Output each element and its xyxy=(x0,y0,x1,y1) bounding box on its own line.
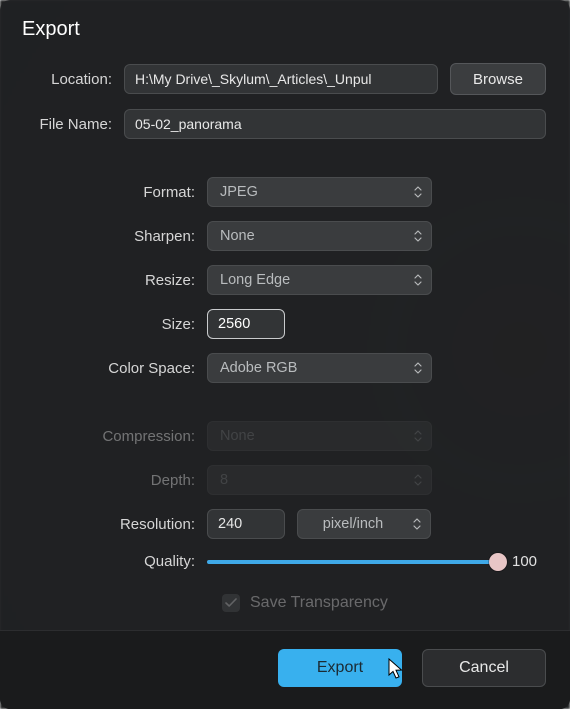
quality-value: 100 xyxy=(512,553,546,570)
label-compression: Compression: xyxy=(12,428,207,445)
check-icon xyxy=(225,598,237,608)
save-transparency-checkbox xyxy=(222,594,240,612)
quality-slider[interactable] xyxy=(207,560,498,564)
export-button[interactable]: Export xyxy=(278,649,402,687)
label-resize: Resize: xyxy=(12,272,207,289)
label-location: Location: xyxy=(12,71,124,88)
label-colorspace: Color Space: xyxy=(12,360,207,377)
row-save-transparency: Save Transparency xyxy=(12,594,546,612)
sharpen-select[interactable]: None xyxy=(207,221,432,251)
size-input[interactable] xyxy=(207,309,285,339)
row-location: Location: Browse xyxy=(12,63,546,95)
label-quality: Quality: xyxy=(12,553,207,570)
row-sharpen: Sharpen: None xyxy=(12,221,546,251)
resolution-unit-select[interactable]: pixel/inch xyxy=(297,509,431,539)
row-resize: Resize: Long Edge xyxy=(12,265,546,295)
label-depth: Depth: xyxy=(12,472,207,489)
filename-input[interactable] xyxy=(124,109,546,139)
dialog-footer: Export Cancel xyxy=(0,630,570,709)
quality-slider-thumb[interactable] xyxy=(489,553,507,571)
row-colorspace: Color Space: Adobe RGB xyxy=(12,353,546,383)
cancel-button[interactable]: Cancel xyxy=(422,649,546,687)
label-format: Format: xyxy=(12,184,207,201)
export-dialog: Export Location: Browse File Name: Forma… xyxy=(0,0,570,709)
row-depth: Depth: 8 xyxy=(12,465,546,495)
colorspace-select[interactable]: Adobe RGB xyxy=(207,353,432,383)
dialog-title: Export xyxy=(0,0,570,63)
compression-select: None xyxy=(207,421,432,451)
row-resolution: Resolution: pixel/inch xyxy=(12,509,546,539)
label-sharpen: Sharpen: xyxy=(12,228,207,245)
row-size: Size: xyxy=(12,309,546,339)
row-compression: Compression: None xyxy=(12,421,546,451)
location-input[interactable] xyxy=(124,64,438,94)
save-transparency-label: Save Transparency xyxy=(250,594,388,612)
resize-select[interactable]: Long Edge xyxy=(207,265,432,295)
resolution-input[interactable] xyxy=(207,509,285,539)
format-select[interactable]: JPEG xyxy=(207,177,432,207)
row-filename: File Name: xyxy=(12,109,546,139)
depth-select: 8 xyxy=(207,465,432,495)
row-format: Format: JPEG xyxy=(12,177,546,207)
label-resolution: Resolution: xyxy=(12,516,207,533)
label-size: Size: xyxy=(12,316,207,333)
browse-button[interactable]: Browse xyxy=(450,63,546,95)
label-filename: File Name: xyxy=(12,116,124,133)
row-quality: Quality: 100 xyxy=(12,553,546,570)
